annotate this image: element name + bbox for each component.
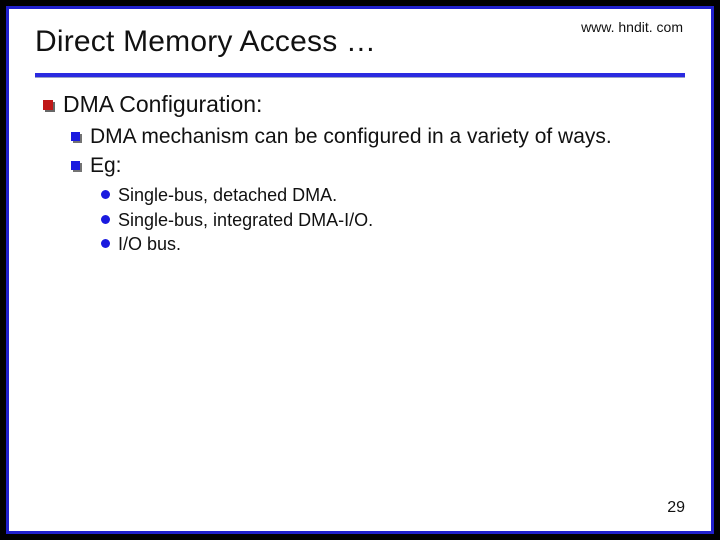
slide-content: DMA Configuration: DMA mechanism can be … [9, 89, 711, 256]
dot-bullet-icon [101, 190, 110, 199]
level3-group: Single-bus, detached DMA. Single-bus, in… [71, 184, 681, 256]
dot-bullet-icon [101, 215, 110, 224]
square-bullet-icon [71, 132, 80, 141]
bullet-level2: DMA mechanism can be configured in a var… [71, 124, 681, 149]
point-text: Eg: [90, 153, 122, 178]
dot-bullet-icon [101, 239, 110, 248]
bullet-level3: Single-bus, detached DMA. [101, 184, 681, 207]
level2-group: DMA mechanism can be configured in a var… [43, 124, 681, 256]
bullet-level3: I/O bus. [101, 233, 681, 256]
square-bullet-icon [43, 100, 53, 110]
title-underline [35, 73, 685, 77]
sub-text: Single-bus, detached DMA. [118, 184, 337, 207]
sub-text: Single-bus, integrated DMA-I/O. [118, 209, 373, 232]
bullet-level2: Eg: [71, 153, 681, 178]
rule-container [9, 59, 711, 77]
source-url: www. hndit. com [581, 19, 683, 35]
sub-text: I/O bus. [118, 233, 181, 256]
slide-header: Direct Memory Access … www. hndit. com [9, 9, 711, 59]
page-number: 29 [667, 499, 685, 517]
heading-text: DMA Configuration: [63, 91, 262, 118]
slide-frame: Direct Memory Access … www. hndit. com D… [6, 6, 714, 534]
square-bullet-icon [71, 161, 80, 170]
bullet-level3: Single-bus, integrated DMA-I/O. [101, 209, 681, 232]
bullet-level1: DMA Configuration: [43, 91, 681, 118]
point-text: DMA mechanism can be configured in a var… [90, 124, 612, 149]
